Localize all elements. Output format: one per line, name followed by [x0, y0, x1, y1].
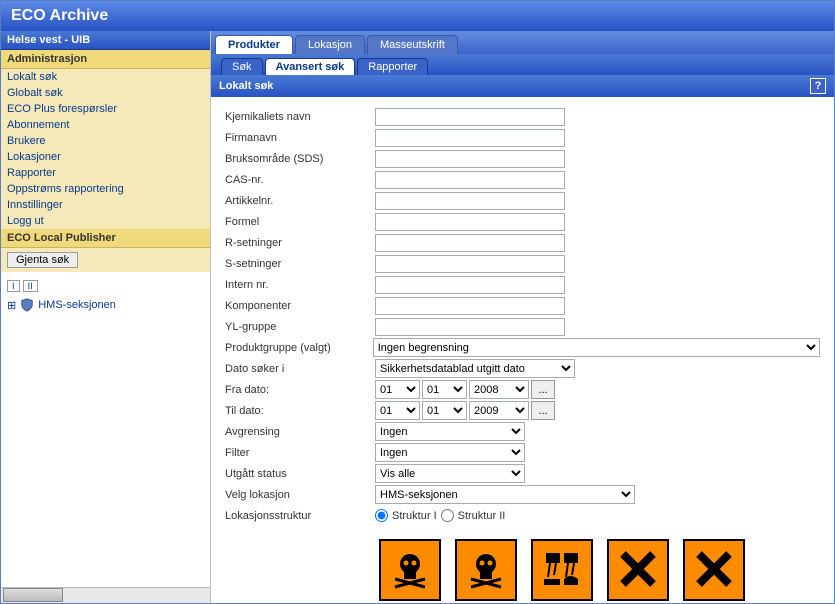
input-bruksomrade[interactable]	[375, 150, 565, 168]
label-rsetn: R-setninger	[225, 237, 375, 249]
sidebar-link-eco-plus[interactable]: ECO Plus forespørsler	[1, 101, 210, 117]
input-casnr[interactable]	[375, 171, 565, 189]
hazard-helseskadelig[interactable]: Helseskadelig	[603, 539, 673, 603]
input-artikkelnr[interactable]	[375, 192, 565, 210]
tree-tab-1[interactable]: I	[7, 280, 20, 292]
sidebar-link-globalt-sok[interactable]: Globalt søk	[1, 85, 210, 101]
sidebar-link-rapporter[interactable]: Rapporter	[1, 165, 210, 181]
select-filter[interactable]: Ingen	[375, 443, 525, 462]
select-velglok[interactable]: HMS-seksjonen	[375, 485, 635, 504]
label-casnr: CAS-nr.	[225, 174, 375, 186]
select-produktgruppe[interactable]: Ingen begrensning	[373, 338, 820, 357]
select-til-year[interactable]: 2009	[469, 401, 529, 420]
input-ssetn[interactable]	[375, 255, 565, 273]
hazard-irriterende[interactable]: Irriterende	[679, 539, 749, 603]
sidebar-link-innstillinger[interactable]: Innstillinger	[1, 197, 210, 213]
label-ylgruppe: YL-gruppe	[225, 321, 375, 333]
hazard-meget-giftig[interactable]: Meget giftig	[375, 539, 445, 603]
radio-label-1: Struktur I	[392, 510, 437, 522]
label-fradato: Fra dato:	[225, 384, 375, 396]
hazard-giftig[interactable]: Giftig	[451, 539, 521, 603]
sidebar-link-logg-ut[interactable]: Logg ut	[1, 213, 210, 229]
panel-title: Lokalt søk	[219, 80, 273, 92]
input-internnr[interactable]	[375, 276, 565, 294]
skull-icon	[390, 549, 430, 592]
sidebar-link-lokalt-sok[interactable]: Lokalt søk	[1, 69, 210, 85]
shield-icon	[20, 298, 34, 312]
label-lokstruktur: Lokasjonsstruktur	[225, 510, 375, 522]
label-produktgruppe: Produktgruppe (valgt)	[225, 342, 373, 354]
label-filter: Filter	[225, 447, 375, 459]
label-formel: Formel	[225, 216, 375, 228]
repeat-search-button[interactable]: Gjenta søk	[7, 252, 78, 268]
subtab-sok[interactable]: Søk	[221, 58, 263, 75]
sidebar-scrollbar[interactable]	[1, 587, 210, 603]
tree-item-hms[interactable]: ⊞ HMS-seksjonen	[7, 298, 204, 312]
input-formel[interactable]	[375, 213, 565, 231]
subtab-rapporter[interactable]: Rapporter	[357, 58, 428, 75]
label-avgrensing: Avgrensing	[225, 426, 375, 438]
label-velglok: Velg lokasjon	[225, 489, 375, 501]
main-tabbar: Produkter Lokasjon Masseutskrift	[211, 31, 834, 54]
select-til-day[interactable]: 01	[375, 401, 420, 420]
search-form: Kjemikaliets navn Firmanavn Bruksområde …	[211, 97, 834, 603]
til-date-picker-button[interactable]: ...	[531, 401, 555, 420]
select-datosoker[interactable]: Sikkerhetsdatablad utgitt dato	[375, 359, 575, 378]
label-komponenter: Komponenter	[225, 300, 375, 312]
skull-icon	[466, 549, 506, 592]
tab-lokasjon[interactable]: Lokasjon	[295, 35, 365, 54]
cross-icon	[618, 549, 658, 592]
radio-struktur-1[interactable]	[375, 509, 388, 522]
corrosive-icon	[542, 549, 582, 592]
hazard-etsende[interactable]: Etsende	[527, 539, 597, 603]
input-ylgruppe[interactable]	[375, 318, 565, 336]
input-rsetn[interactable]	[375, 234, 565, 252]
org-title: Helse vest - UIB	[1, 31, 210, 50]
select-til-month[interactable]: 01	[422, 401, 467, 420]
select-fra-year[interactable]: 2008	[469, 380, 529, 399]
input-firmanavn[interactable]	[375, 129, 565, 147]
cross-icon	[694, 549, 734, 592]
label-datosoker: Dato søker i	[225, 363, 375, 375]
select-fra-month[interactable]: 01	[422, 380, 467, 399]
tree-tab-2[interactable]: II	[23, 280, 38, 292]
fra-date-picker-button[interactable]: ...	[531, 380, 555, 399]
sidebar-section-publisher: ECO Local Publisher	[1, 229, 210, 248]
label-tildato: Til dato:	[225, 405, 375, 417]
label-ssetn: S-setninger	[225, 258, 375, 270]
sidebar: Helse vest - UIB Administrasjon Lokalt s…	[1, 31, 211, 603]
label-internnr: Intern nr.	[225, 279, 375, 291]
sidebar-section-admin: Administrasjon	[1, 50, 210, 69]
sidebar-link-oppstroms[interactable]: Oppstrøms rapportering	[1, 181, 210, 197]
location-tree: I II ⊞ HMS-seksjonen	[1, 272, 210, 587]
select-fra-day[interactable]: 01	[375, 380, 420, 399]
tree-expand-icon[interactable]: ⊞	[7, 299, 16, 312]
tab-produkter[interactable]: Produkter	[215, 35, 293, 54]
sidebar-link-brukere[interactable]: Brukere	[1, 133, 210, 149]
help-icon[interactable]: ?	[810, 78, 826, 94]
label-utgatt: Utgått status	[225, 468, 375, 480]
label-firmanavn: Firmanavn	[225, 132, 375, 144]
select-utgatt[interactable]: Vis alle	[375, 464, 525, 483]
label-artikkelnr: Artikkelnr.	[225, 195, 375, 207]
label-bruksomrade: Bruksområde (SDS)	[225, 153, 375, 165]
tab-masseutskrift[interactable]: Masseutskrift	[367, 35, 458, 54]
radio-struktur-2[interactable]	[441, 509, 454, 522]
radio-label-2: Struktur II	[458, 510, 506, 522]
input-komponenter[interactable]	[375, 297, 565, 315]
sub-tabbar: Søk Avansert søk Rapporter	[211, 54, 834, 75]
tree-item-label: HMS-seksjonen	[38, 299, 116, 311]
subtab-avansert[interactable]: Avansert søk	[265, 58, 356, 75]
label-kjemnavn: Kjemikaliets navn	[225, 111, 375, 123]
sidebar-link-abonnement[interactable]: Abonnement	[1, 117, 210, 133]
input-kjemnavn[interactable]	[375, 108, 565, 126]
app-title: ECO Archive	[1, 1, 834, 31]
select-avgrensing[interactable]: Ingen	[375, 422, 525, 441]
sidebar-link-lokasjoner[interactable]: Lokasjoner	[1, 149, 210, 165]
